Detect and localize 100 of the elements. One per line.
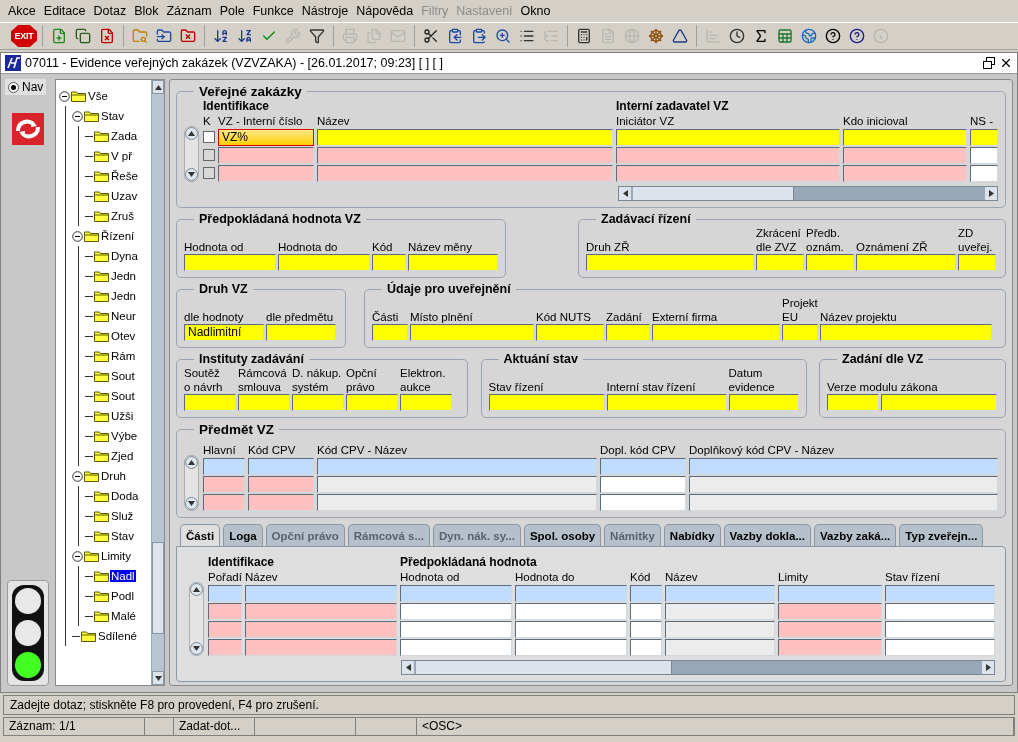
tree-item[interactable]: Otev — [110, 330, 137, 342]
input-field[interactable] — [778, 585, 882, 602]
input-field[interactable] — [856, 254, 956, 271]
input-field[interactable] — [885, 639, 995, 656]
menu-item[interactable]: Okno — [516, 4, 555, 18]
input-field[interactable] — [317, 458, 597, 475]
tab[interactable]: Loga — [223, 524, 263, 546]
tree-item[interactable]: Neur — [110, 310, 137, 322]
collapse-icon[interactable] — [72, 230, 83, 242]
restore-icon[interactable] — [983, 57, 995, 69]
tree-item[interactable]: Řeše — [110, 170, 139, 182]
input-field[interactable] — [317, 476, 597, 493]
scroll-up-button[interactable] — [185, 127, 198, 140]
menu-item[interactable]: Nástroje — [297, 4, 353, 18]
input-field[interactable] — [245, 603, 397, 620]
input-field[interactable] — [756, 254, 804, 271]
input-field[interactable] — [606, 394, 727, 411]
menu-item[interactable]: Dotaz — [89, 4, 131, 18]
collapse-icon[interactable] — [72, 110, 83, 122]
record-scrollbar[interactable] — [184, 455, 199, 511]
input-field[interactable]: VZ% — [218, 129, 314, 146]
scroll-down-button[interactable] — [190, 642, 203, 655]
scroll-thumb[interactable] — [416, 661, 672, 674]
input-field[interactable] — [208, 585, 242, 602]
input-field[interactable] — [958, 254, 996, 271]
tree-item[interactable]: Druh — [100, 470, 127, 482]
input-field[interactable] — [586, 254, 754, 271]
input-field[interactable] — [885, 621, 995, 638]
input-field[interactable] — [317, 129, 613, 146]
input-field[interactable] — [782, 324, 818, 341]
close-icon[interactable] — [999, 56, 1013, 70]
input-field[interactable] — [600, 476, 686, 493]
tree-item[interactable]: Sdílené — [97, 630, 138, 642]
input-field[interactable] — [630, 585, 662, 602]
tree-item[interactable]: Zada — [110, 130, 139, 142]
tree-item[interactable]: Podl — [110, 590, 136, 602]
input-field[interactable] — [515, 639, 627, 656]
tree-item[interactable]: Služ — [110, 510, 135, 522]
scroll-down-button[interactable] — [152, 671, 164, 685]
input-field[interactable] — [488, 394, 605, 411]
tree-item[interactable]: Rám — [110, 350, 137, 362]
tree-item[interactable]: Nadl — [110, 570, 136, 582]
menu-item[interactable]: Funkce — [248, 4, 298, 18]
input-field[interactable] — [689, 458, 998, 475]
input-field[interactable] — [778, 621, 882, 638]
input-field[interactable] — [245, 621, 397, 638]
input-field[interactable] — [689, 494, 998, 511]
input-field[interactable] — [778, 639, 882, 656]
tree-item[interactable]: Dyna — [110, 250, 139, 262]
horizontal-scrollbar[interactable] — [618, 186, 998, 201]
input-field[interactable] — [208, 621, 242, 638]
input-field[interactable] — [515, 585, 627, 602]
input-field[interactable] — [630, 621, 662, 638]
tree-item[interactable]: V př — [110, 150, 134, 162]
tree-item[interactable]: Stav — [100, 110, 125, 122]
input-field[interactable] — [346, 394, 398, 411]
input-field[interactable] — [248, 476, 314, 493]
tree-item[interactable]: Jedn — [110, 270, 137, 282]
input-field[interactable] — [400, 394, 452, 411]
tab[interactable]: Typ zveřejn... — [899, 524, 984, 546]
scroll-right-button[interactable] — [985, 187, 997, 200]
input-field[interactable] — [184, 394, 236, 411]
exit-button[interactable]: EXIT — [11, 25, 37, 47]
tree-item[interactable]: Řízení — [100, 230, 136, 242]
tree-item[interactable]: Jedn — [110, 290, 137, 302]
input-field[interactable] — [278, 254, 370, 271]
nav-radio[interactable]: Nav — [5, 79, 47, 95]
input-field[interactable] — [208, 603, 242, 620]
input-field[interactable] — [652, 324, 780, 341]
input-field[interactable] — [630, 639, 662, 656]
scroll-up-button[interactable] — [185, 456, 198, 469]
input-field[interactable] — [400, 639, 512, 656]
tree-item[interactable]: Zruš — [110, 210, 135, 222]
tree-item[interactable]: Uzav — [110, 190, 139, 202]
input-field[interactable] — [606, 324, 650, 341]
input-field[interactable] — [600, 458, 686, 475]
input-field[interactable] — [600, 494, 686, 511]
input-field[interactable] — [843, 129, 967, 146]
menu-item[interactable]: Záznam — [162, 4, 216, 18]
input-field[interactable] — [372, 324, 408, 341]
input-field[interactable] — [317, 494, 597, 511]
input-field[interactable] — [665, 621, 775, 638]
input-field[interactable] — [400, 621, 512, 638]
input-field[interactable] — [536, 324, 604, 341]
input-field[interactable] — [665, 639, 775, 656]
input-field[interactable] — [203, 458, 245, 475]
record-scrollbar[interactable] — [184, 126, 199, 182]
input-field[interactable] — [665, 585, 775, 602]
input-field[interactable] — [203, 476, 245, 493]
tab[interactable]: Vazby zaká... — [814, 524, 897, 546]
input-field[interactable] — [515, 621, 627, 638]
input-field[interactable] — [806, 254, 854, 271]
input-field[interactable] — [184, 254, 276, 271]
input-field[interactable] — [400, 603, 512, 620]
input-field[interactable] — [248, 494, 314, 511]
collapse-icon[interactable] — [72, 550, 83, 562]
tree-item[interactable]: Zjed — [110, 450, 135, 462]
input-field[interactable] — [665, 603, 775, 620]
vertical-scrollbar[interactable] — [151, 80, 164, 685]
checkbox[interactable] — [203, 131, 215, 143]
